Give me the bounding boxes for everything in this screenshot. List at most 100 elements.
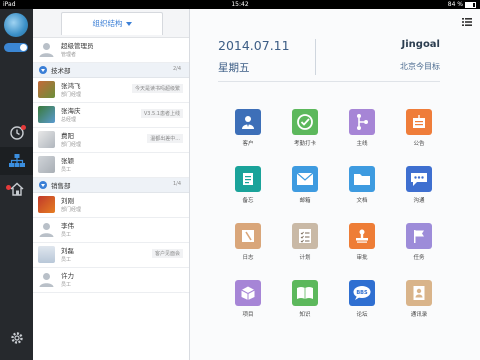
home-button[interactable] <box>0 175 33 203</box>
app-memo[interactable]: 备忘 <box>228 166 268 204</box>
list-item[interactable]: 许力 员工 <box>33 268 189 293</box>
announcement-icon <box>406 109 432 135</box>
chat-icon <box>406 166 432 192</box>
avatar <box>38 156 55 173</box>
app-check-in[interactable]: 考勤打卡 <box>285 109 325 147</box>
dashboard: 2014.07.11 星期五 Jingoal 北京今目标 客户 考勤打卡 主线 … <box>190 9 480 360</box>
org-list-panel: 组织结构 超级管理员 管理者 技术部 2/4 张鸿飞 部门经理 今天是读书吗超级… <box>33 9 190 360</box>
app-mainline[interactable]: 主线 <box>342 109 382 147</box>
svg-text:BBS: BBS <box>356 290 368 296</box>
app-label: 审批 <box>356 255 368 261</box>
app-label: 论坛 <box>356 312 368 318</box>
list-item[interactable]: 张鸿飞 部门经理 今天是读书吗超级繁 <box>33 78 189 103</box>
chevron-down-icon <box>125 22 132 26</box>
list-item[interactable]: 刘磊 员工 客户见面会 <box>33 243 189 268</box>
member-title: 部门经理 <box>61 207 82 213</box>
list-item[interactable]: 张海庆 总经理 V3.5.1患者上线 <box>33 103 189 128</box>
app-mail[interactable]: 邮箱 <box>285 166 325 204</box>
app-label: 主线 <box>356 141 368 147</box>
app-label: 知识 <box>299 312 311 318</box>
current-weekday: 星期五 <box>218 62 250 74</box>
battery-percent: 84 % <box>447 1 463 8</box>
app-label: 公告 <box>413 141 425 147</box>
member-title: 部门经理 <box>61 142 82 148</box>
list-item[interactable]: 费阳 部门经理 温都出差中... <box>33 128 189 153</box>
app-label: 文档 <box>356 198 368 204</box>
member-title: 员工 <box>61 282 72 288</box>
member-name: 张颖 <box>61 157 74 165</box>
status-time: 15:42 <box>231 1 249 8</box>
app-label: 备忘 <box>242 198 254 204</box>
memo-icon <box>235 166 261 192</box>
member-title: 总经理 <box>61 117 77 123</box>
app-task[interactable]: 任务 <box>399 223 439 261</box>
app-plan[interactable]: 计划 <box>285 223 325 261</box>
app-journal[interactable]: 日志 <box>228 223 268 261</box>
user-name: 超级管理员 <box>61 42 94 50</box>
avatar <box>38 106 55 123</box>
app-forum[interactable]: BBS 论坛 <box>342 280 382 318</box>
list-item[interactable]: 李伟 员工 <box>33 218 189 243</box>
default-avatar-icon <box>39 273 54 287</box>
list-header: 组织结构 <box>33 9 189 38</box>
user-avatar[interactable] <box>4 13 28 37</box>
member-title: 员工 <box>61 232 72 238</box>
user-title: 管理者 <box>61 52 77 58</box>
app-documents[interactable]: 文档 <box>342 166 382 204</box>
app-label: 通讯录 <box>410 312 428 318</box>
status-bar: iPad 15:42 84 % <box>0 0 480 9</box>
app-label: 计划 <box>299 255 311 261</box>
list-item-top-user[interactable]: 超级管理员 管理者 <box>33 38 189 63</box>
app-contacts[interactable]: 通讯录 <box>399 280 439 318</box>
member-name: 张海庆 <box>61 107 81 115</box>
chevron-down-icon <box>39 181 47 189</box>
default-avatar-icon <box>39 43 54 57</box>
avatar <box>38 81 55 98</box>
mainline-icon <box>349 109 375 135</box>
avatar <box>38 196 55 213</box>
app-approval[interactable]: 审批 <box>342 223 382 261</box>
online-toggle[interactable] <box>4 43 28 52</box>
member-status-note: 温都出差中... <box>147 134 183 143</box>
member-name: 刘刚 <box>61 197 74 205</box>
chevron-down-icon <box>39 66 47 74</box>
department-header-sales[interactable]: 销售部 1/4 <box>33 178 189 193</box>
recent-button[interactable] <box>0 119 33 147</box>
list-item[interactable]: 张颖 员工 <box>33 153 189 178</box>
brand-name: Jingoal <box>401 39 440 50</box>
department-header-tech[interactable]: 技术部 2/4 <box>33 63 189 78</box>
app-announcement[interactable]: 公告 <box>399 109 439 147</box>
home-icon <box>10 182 23 196</box>
default-avatar-icon <box>39 223 54 237</box>
org-structure-tab[interactable]: 组织结构 <box>61 12 163 35</box>
member-status-note: V3.5.1患者上线 <box>140 109 183 118</box>
menu-list-icon[interactable] <box>462 18 472 26</box>
member-name: 李伟 <box>61 222 74 230</box>
header-rule <box>218 81 440 82</box>
app-knowledge[interactable]: 知识 <box>285 280 325 318</box>
battery-indicator: 84 % <box>448 0 476 9</box>
settings-button[interactable] <box>0 324 33 352</box>
department-count: 1/4 <box>172 181 181 187</box>
member-title: 部门经理 <box>61 92 82 98</box>
member-status-note: 客户见面会 <box>151 249 183 258</box>
header-divider <box>315 39 316 75</box>
approval-stamp-icon <box>349 223 375 249</box>
list-item[interactable]: 刘刚 部门经理 <box>33 193 189 218</box>
customer-icon <box>235 109 261 135</box>
member-name: 刘磊 <box>61 247 74 255</box>
app-label: 邮箱 <box>299 198 311 204</box>
nav-rail <box>0 9 33 360</box>
app-customer[interactable]: 客户 <box>228 109 268 147</box>
current-date: 2014.07.11 <box>218 38 290 53</box>
department-count: 2/4 <box>172 66 181 72</box>
folder-icon <box>349 166 375 192</box>
gear-icon <box>10 332 23 344</box>
department-name: 销售部 <box>51 182 71 190</box>
app-project[interactable]: 项目 <box>228 280 268 318</box>
org-structure-button[interactable] <box>0 147 33 175</box>
journal-icon <box>235 223 261 249</box>
project-box-icon <box>235 280 261 306</box>
app-chat[interactable]: 沟通 <box>399 166 439 204</box>
app-label: 沟通 <box>413 198 425 204</box>
